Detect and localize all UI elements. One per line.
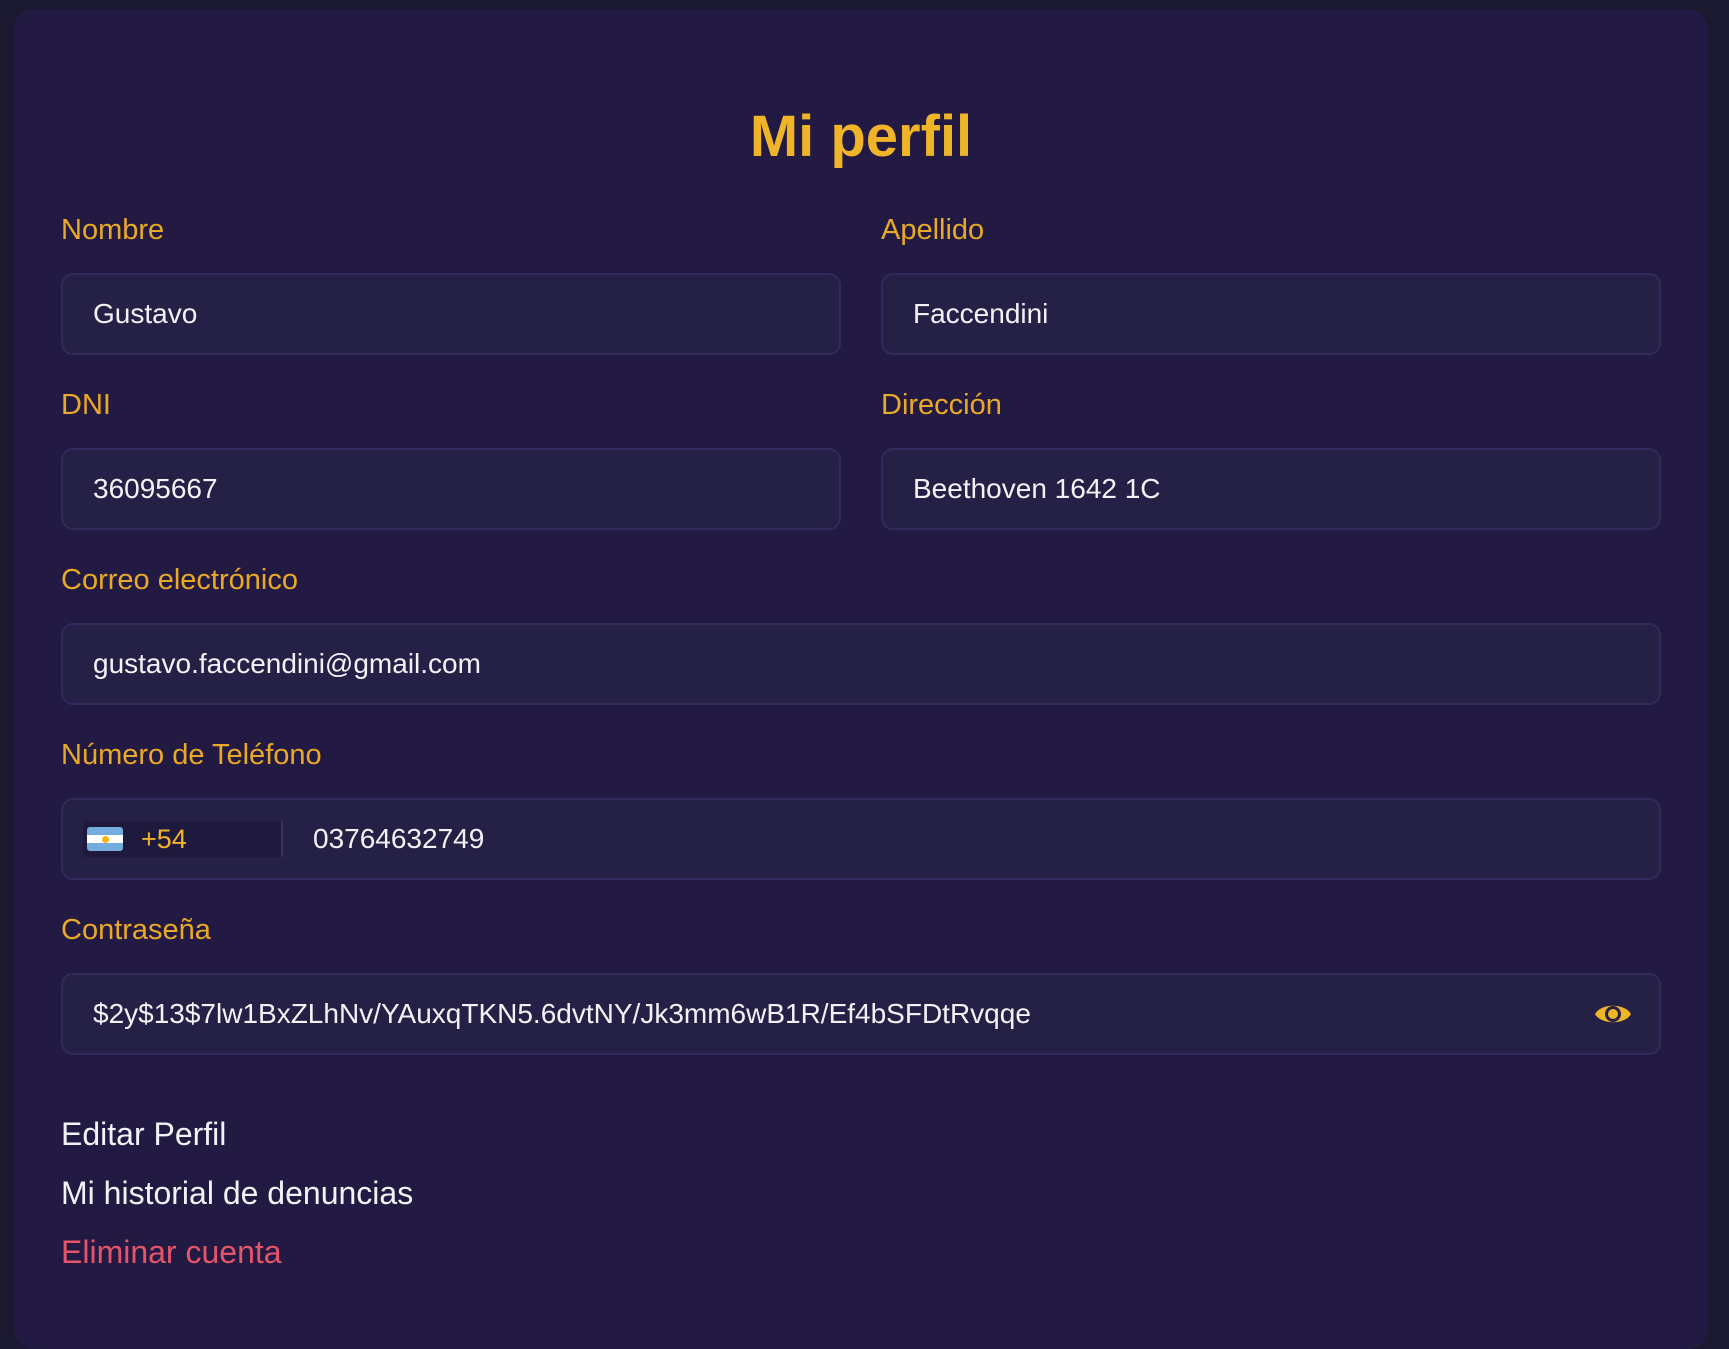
direccion-value: Beethoven 1642 1C [913, 473, 1161, 504]
direccion-label: Dirección [881, 389, 1002, 421]
dni-label: DNI [61, 389, 111, 421]
telefono-field: +54 03764632749 [61, 798, 1661, 880]
email-input[interactable]: gustavo.faccendini@gmail.com [61, 623, 1661, 705]
profile-card: Mi perfil Nombre Gustavo Apellido Faccen… [14, 9, 1708, 1349]
email-value: gustavo.faccendini@gmail.com [93, 648, 481, 679]
delete-account-link[interactable]: Eliminar cuenta [61, 1232, 282, 1272]
country-selector[interactable]: +54 [83, 821, 283, 857]
password-value: $2y$13$7lw1BxZLhNv/YAuxqTKN5.6dvtNY/Jk3m… [93, 998, 1031, 1029]
direccion-input[interactable]: Beethoven 1642 1C [881, 448, 1661, 530]
telefono-label: Número de Teléfono [61, 739, 322, 771]
apellido-input[interactable]: Faccendini [881, 273, 1661, 355]
country-code: +54 [141, 823, 187, 854]
dni-value: 36095667 [93, 473, 218, 504]
eye-icon[interactable] [1593, 998, 1633, 1030]
telefono-input[interactable]: 03764632749 [313, 823, 484, 855]
email-label: Correo electrónico [61, 564, 298, 596]
dni-input[interactable]: 36095667 [61, 448, 841, 530]
password-input[interactable]: $2y$13$7lw1BxZLhNv/YAuxqTKN5.6dvtNY/Jk3m… [61, 973, 1661, 1055]
page-title: Mi perfil [749, 104, 973, 169]
nombre-label: Nombre [61, 214, 165, 246]
apellido-value: Faccendini [913, 298, 1049, 329]
edit-profile-link[interactable]: Editar Perfil [61, 1114, 226, 1154]
nombre-value: Gustavo [93, 298, 198, 329]
apellido-label: Apellido [881, 214, 985, 246]
nombre-input[interactable]: Gustavo [61, 273, 841, 355]
password-label: Contraseña [61, 914, 211, 946]
complaint-history-link[interactable]: Mi historial de denuncias [61, 1173, 413, 1213]
argentina-flag-icon [87, 827, 123, 851]
